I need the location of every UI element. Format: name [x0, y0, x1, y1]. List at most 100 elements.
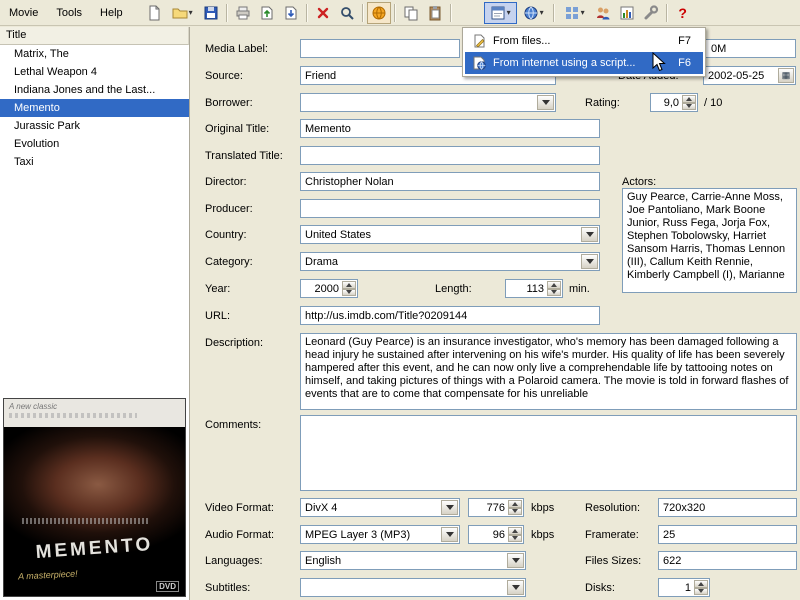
view-mode-button[interactable]: ▾ [558, 2, 591, 24]
languages-combobox[interactable]: English [300, 551, 526, 570]
floppy-icon [203, 5, 219, 21]
category-label: Category: [205, 256, 253, 268]
list-column-header-title[interactable]: Title [0, 27, 189, 45]
country-dropdown-button[interactable] [581, 227, 598, 242]
category-dropdown-button[interactable] [581, 254, 598, 269]
import-button[interactable] [279, 2, 303, 24]
paste-button[interactable] [423, 2, 447, 24]
spin-up-button[interactable] [694, 580, 708, 588]
subtitles-dropdown-button[interactable] [507, 580, 524, 595]
comments-textarea[interactable] [300, 415, 797, 491]
statistics-button[interactable] [615, 2, 639, 24]
toolbar-separator [306, 4, 308, 22]
loans-button[interactable] [591, 2, 615, 24]
menu-movie[interactable]: Movie [0, 2, 47, 24]
chevron-down-icon: ▾ [581, 9, 585, 17]
country-combobox[interactable]: United States [300, 225, 600, 244]
description-label: Description: [205, 337, 263, 349]
year-spinner[interactable]: 2000 [300, 279, 358, 298]
spin-down-button[interactable] [547, 289, 561, 297]
borrower-dropdown-button[interactable] [537, 95, 554, 110]
subtitles-combobox[interactable] [300, 578, 526, 597]
actors-label: Actors: [622, 176, 656, 188]
video-bitrate-spinner[interactable]: 776 [468, 498, 524, 517]
delete-x-icon [315, 5, 331, 21]
video-format-combobox[interactable]: DivX 4 [300, 498, 460, 517]
year-label: Year: [205, 283, 230, 295]
actors-textarea[interactable]: Guy Pearce, Carrie-Anne Moss, Joe Pantol… [622, 188, 797, 293]
toolbar-separator [226, 4, 228, 22]
copy-button[interactable] [399, 2, 423, 24]
open-catalog-button[interactable]: ▾ [166, 2, 199, 24]
list-item[interactable]: Matrix, The [0, 45, 189, 63]
spin-up-button[interactable] [547, 281, 561, 289]
translated-title-field[interactable] [300, 146, 600, 165]
framerate-field[interactable]: 25 [658, 525, 797, 544]
menu-help[interactable]: Help [91, 2, 132, 24]
list-item[interactable]: Indiana Jones and the Last... [0, 81, 189, 99]
comments-label: Comments: [205, 419, 261, 431]
paste-clipboard-icon [427, 5, 443, 21]
length-label: Length: [435, 283, 472, 295]
menu-item-from-files[interactable]: From files... F7 [465, 30, 703, 52]
save-catalog-button[interactable] [199, 2, 223, 24]
chevron-down-icon: ▾ [507, 9, 511, 17]
length-spinner[interactable]: 113 [505, 279, 563, 298]
video-format-dropdown-button[interactable] [441, 500, 458, 515]
director-label: Director: [205, 176, 247, 188]
resolution-label: Resolution: [585, 502, 640, 514]
video-format-label: Video Format: [205, 502, 274, 514]
delete-movie-button[interactable] [311, 2, 335, 24]
producer-field[interactable] [300, 199, 600, 218]
get-from-internet-button[interactable] [367, 2, 391, 24]
export-button[interactable] [255, 2, 279, 24]
internet-script-icon [469, 56, 489, 70]
spin-down-button[interactable] [342, 289, 356, 297]
spin-down-button[interactable] [694, 588, 708, 596]
languages-dropdown-button[interactable] [507, 553, 524, 568]
globe-blue-icon [523, 5, 539, 21]
menu-item-from-internet-script[interactable]: From internet using a script... F6 [465, 52, 703, 74]
audio-bitrate-spinner[interactable]: 96 [468, 525, 524, 544]
audio-format-combobox[interactable]: MPEG Layer 3 (MP3) [300, 525, 460, 544]
disks-spinner[interactable]: 1 [658, 578, 710, 597]
help-button[interactable]: ? [671, 2, 695, 24]
list-item[interactable]: Evolution [0, 135, 189, 153]
spin-up-button[interactable] [682, 95, 696, 103]
date-added-field[interactable]: 2002-05-25 ▦ [703, 66, 796, 85]
menu-toolbar: Movie Tools Help ▾ [0, 0, 800, 26]
borrower-combobox[interactable] [300, 93, 556, 112]
spin-up-button[interactable] [342, 281, 356, 289]
dropdown-arrow-icon [586, 232, 594, 237]
audio-format-dropdown-button[interactable] [441, 527, 458, 542]
files-sizes-field[interactable]: 622 [658, 551, 797, 570]
original-title-field[interactable]: Memento [300, 119, 600, 138]
calendar-button[interactable]: ▦ [778, 68, 794, 83]
spin-down-button[interactable] [508, 535, 522, 543]
list-item[interactable]: Jurassic Park [0, 117, 189, 135]
spin-down-button[interactable] [508, 508, 522, 516]
description-textarea[interactable]: Leonard (Guy Pearce) is an insurance inv… [300, 333, 797, 410]
rating-spinner[interactable]: 9,0 [650, 93, 698, 112]
rating-label: Rating: [585, 97, 620, 109]
list-item[interactable]: Taxi [0, 153, 189, 171]
spin-up-button[interactable] [508, 500, 522, 508]
find-button[interactable] [335, 2, 359, 24]
dropdown-arrow-icon [446, 532, 454, 537]
menu-tools[interactable]: Tools [47, 2, 91, 24]
new-movie-button[interactable] [142, 2, 166, 24]
settings-button[interactable] [639, 2, 663, 24]
director-field[interactable]: Christopher Nolan [300, 172, 600, 191]
media-label-field[interactable] [300, 39, 460, 58]
print-button[interactable] [231, 2, 255, 24]
spin-up-button[interactable] [508, 527, 522, 535]
list-item[interactable]: Lethal Weapon 4 [0, 63, 189, 81]
internet-scripts-menu-button[interactable]: ▾ [517, 2, 550, 24]
list-item-selected[interactable]: Memento [0, 99, 189, 117]
url-field[interactable]: http://us.imdb.com/Title?0209144 [300, 306, 600, 325]
movie-catalog-window: Movie Tools Help ▾ [0, 0, 800, 600]
spin-down-button[interactable] [682, 103, 696, 111]
category-combobox[interactable]: Drama [300, 252, 600, 271]
resolution-field[interactable]: 720x320 [658, 498, 797, 517]
movie-info-menu-button[interactable]: ▾ [484, 2, 517, 24]
